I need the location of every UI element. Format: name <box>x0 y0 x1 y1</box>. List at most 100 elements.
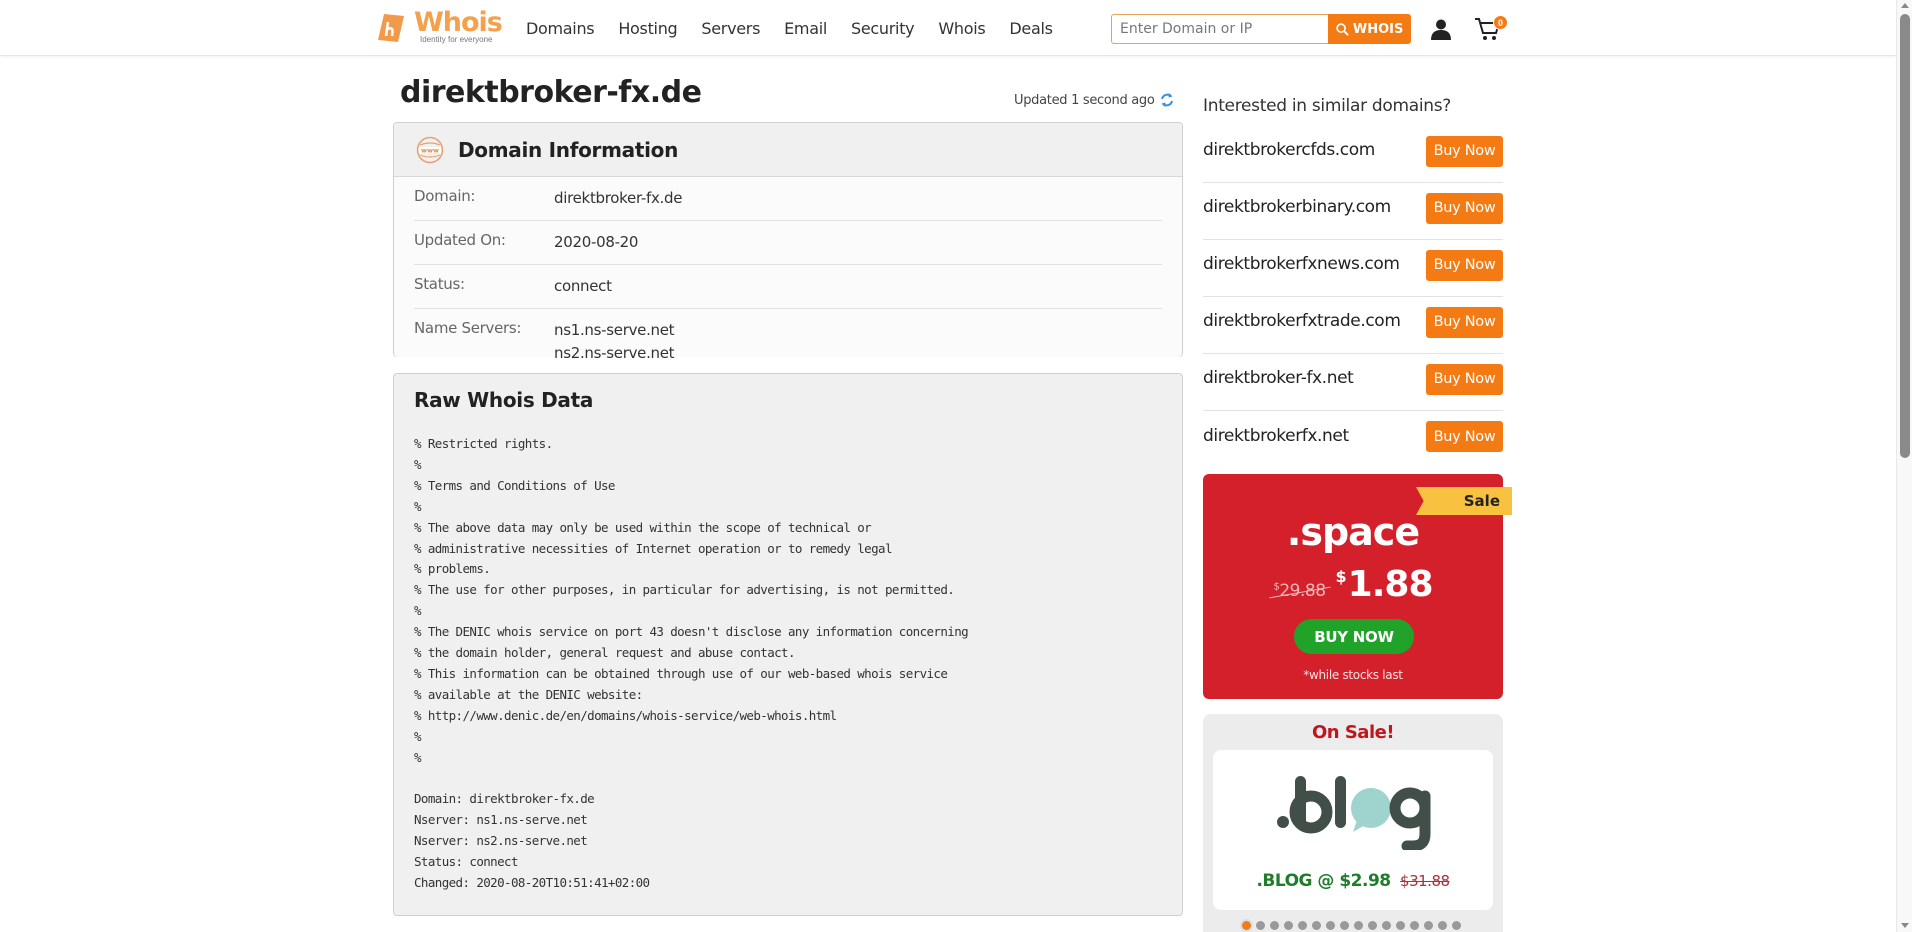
info-row-updated-on: Updated On: 2020-08-20 <box>414 221 1162 265</box>
carousel-dot[interactable] <box>1368 921 1377 930</box>
nav-domains[interactable]: Domains <box>526 19 595 38</box>
refresh-icon[interactable] <box>1160 92 1174 108</box>
domain-information-card: www Domain Information Domain: direktbro… <box>393 122 1183 362</box>
user-account-icon[interactable] <box>1430 18 1452 40</box>
blog-offer-price: .BLOG @ $2.98 <box>1256 871 1391 891</box>
scroll-up-arrow-icon[interactable] <box>1901 3 1909 8</box>
promo-prices: $29.88 $1.88 <box>1203 564 1503 605</box>
raw-whois-title: Raw Whois Data <box>414 388 594 412</box>
updated-text: Updated 1 second ago <box>1014 92 1155 108</box>
similar-domain-name: direktbroker-fx.net <box>1203 368 1354 388</box>
similar-domains-list: direktbrokercfds.com Buy Now direktbroke… <box>1203 126 1503 468</box>
logo-wordmark: Whois <box>414 7 503 38</box>
promo-old-price: $29.88 <box>1273 581 1326 601</box>
info-label: Domain: <box>414 187 476 205</box>
info-row-status: Status: connect <box>414 265 1162 309</box>
carousel-dot[interactable] <box>1438 921 1447 930</box>
page-title: direktbroker-fx.de <box>400 75 702 110</box>
similar-domains-title: Interested in similar domains? <box>1203 96 1452 116</box>
scrollbar-thumb[interactable] <box>1900 14 1910 458</box>
similar-domain-name: direktbrokerfx.net <box>1203 425 1349 446</box>
similar-domain-item: direktbrokercfds.com Buy Now <box>1203 126 1503 183</box>
info-value: connect <box>554 277 612 295</box>
raw-whois-card: Raw Whois Data % Restricted rights. % % … <box>393 373 1183 916</box>
info-row-name-servers: Name Servers: ns1.ns-serve.net ns2.ns-se… <box>414 309 1162 375</box>
carousel-dot[interactable] <box>1452 921 1461 930</box>
nav-deals[interactable]: Deals <box>1009 19 1053 38</box>
blog-offer-old-price: $31.88 <box>1400 872 1450 890</box>
promo-note: *while stocks last <box>1303 668 1403 682</box>
carousel-pagination <box>1242 921 1461 930</box>
search-icon <box>1336 22 1349 36</box>
carousel-dot[interactable] <box>1242 921 1251 930</box>
buy-now-button[interactable]: Buy Now <box>1426 421 1503 452</box>
carousel-dot[interactable] <box>1312 921 1321 930</box>
domain-information-title: Domain Information <box>458 137 679 162</box>
carousel-dot[interactable] <box>1284 921 1293 930</box>
nav-hosting[interactable]: Hosting <box>618 19 677 38</box>
carousel-dot[interactable] <box>1410 921 1419 930</box>
buy-now-button[interactable]: Buy Now <box>1426 306 1503 338</box>
site-header: Whois Identity for everyone Domains Host… <box>0 0 1896 56</box>
nav-servers[interactable]: Servers <box>701 19 760 38</box>
carousel-dot[interactable] <box>1424 921 1433 930</box>
page-scrollbar[interactable] <box>1896 0 1912 932</box>
similar-domain-item: direktbrokerbinary.com Buy Now <box>1203 183 1503 240</box>
new-currency: $ <box>1335 567 1347 586</box>
carousel-dot[interactable] <box>1382 921 1391 930</box>
info-value: 2020-08-20 <box>554 233 639 251</box>
whois-logo[interactable]: Whois Identity for everyone <box>376 7 503 48</box>
similar-domain-name: direktbrokerfxnews.com <box>1203 254 1400 274</box>
similar-domain-name: direktbrokercfds.com <box>1203 140 1375 160</box>
scroll-down-arrow-icon[interactable] <box>1901 923 1909 928</box>
domain-information-header: www Domain Information <box>394 123 1182 177</box>
buy-now-button[interactable]: Buy Now <box>1426 363 1503 395</box>
info-label: Status: <box>414 275 465 293</box>
blog-tld-logo <box>1277 776 1431 850</box>
new-price-value: 1.88 <box>1347 564 1434 605</box>
similar-domain-name: direktbrokerfxtrade.com <box>1203 311 1401 331</box>
info-row-domain: Domain: direktbroker-fx.de <box>414 177 1162 221</box>
info-label: Updated On: <box>414 231 506 249</box>
space-promo-banner[interactable]: Sale .space $29.88 $1.88 BUY NOW *while … <box>1203 474 1512 699</box>
similar-domain-item: direktbroker-fx.net Buy Now <box>1203 354 1503 411</box>
domain-information-body: Domain: direktbroker-fx.de Updated On: 2… <box>394 177 1182 362</box>
svg-text:www: www <box>421 146 439 154</box>
buy-now-button[interactable]: Buy Now <box>1426 135 1503 167</box>
on-sale-title: On Sale! <box>1311 722 1395 743</box>
on-sale-slide[interactable]: .BLOG @ $2.98 $31.88 <box>1213 750 1493 910</box>
logo-mark-icon <box>378 14 404 42</box>
carousel-dot[interactable] <box>1354 921 1363 930</box>
carousel-dot[interactable] <box>1270 921 1279 930</box>
similar-domain-item: direktbrokerfx.net Buy Now <box>1203 411 1503 468</box>
info-value: direktbroker-fx.de <box>554 189 683 207</box>
carousel-dot[interactable] <box>1298 921 1307 930</box>
logo-tagline: Identity for everyone <box>420 35 493 44</box>
promo-tld: .space <box>1286 510 1420 554</box>
promo-buy-now-button[interactable]: BUY NOW <box>1294 619 1414 654</box>
cart-count-badge: 0 <box>1493 15 1508 30</box>
name-server-list: ns1.ns-serve.net ns2.ns-serve.net <box>554 319 675 365</box>
buy-now-button[interactable]: Buy Now <box>1426 249 1503 281</box>
carousel-dot[interactable] <box>1256 921 1265 930</box>
carousel-dot[interactable] <box>1396 921 1405 930</box>
whois-search: WHOIS <box>1111 14 1411 44</box>
carousel-dot[interactable] <box>1340 921 1349 930</box>
nav-security[interactable]: Security <box>851 19 915 38</box>
name-server: ns1.ns-serve.net <box>554 321 675 339</box>
promo-new-price: $1.88 <box>1335 564 1434 605</box>
similar-domain-item: direktbrokerfxnews.com Buy Now <box>1203 240 1503 297</box>
whois-search-button[interactable]: WHOIS <box>1328 14 1411 44</box>
nav-email[interactable]: Email <box>784 19 827 38</box>
www-globe-icon: www <box>416 136 444 163</box>
blog-offer-caption: .BLOG @ $2.98 $31.88 <box>1213 871 1493 891</box>
similar-domain-item: direktbrokerfxtrade.com Buy Now <box>1203 297 1503 354</box>
domain-search-input[interactable] <box>1111 14 1329 44</box>
similar-domain-name: direktbrokerbinary.com <box>1203 197 1391 217</box>
carousel-dot[interactable] <box>1326 921 1335 930</box>
name-server: ns2.ns-serve.net <box>554 344 675 362</box>
info-label: Name Servers: <box>414 319 522 337</box>
old-price-value: 29.88 <box>1279 581 1326 601</box>
buy-now-button[interactable]: Buy Now <box>1426 192 1503 224</box>
nav-whois[interactable]: Whois <box>938 19 985 38</box>
